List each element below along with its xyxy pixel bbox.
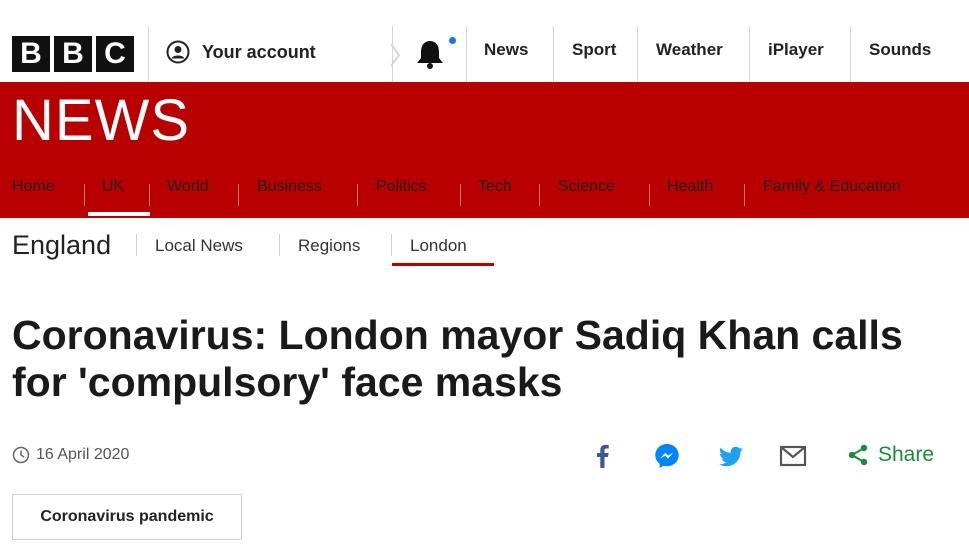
- share-button[interactable]: Share: [846, 443, 934, 467]
- divider: [466, 26, 467, 82]
- bbc-logo[interactable]: B B C: [12, 36, 134, 72]
- divider: [637, 26, 638, 82]
- account-link[interactable]: Your account: [166, 40, 316, 64]
- clock-icon: [12, 446, 30, 464]
- email-icon[interactable]: [778, 441, 808, 471]
- article-date: 16 April 2020: [12, 446, 129, 464]
- share-icon: [848, 444, 868, 466]
- subnav-local-news[interactable]: Local News: [155, 236, 243, 256]
- share-label: Share: [878, 443, 935, 466]
- topic-tag[interactable]: Coronavirus pandemic: [12, 494, 242, 540]
- divider: [460, 184, 461, 206]
- divider: [553, 26, 554, 82]
- article-headline: Coronavirus: London mayor Sadiq Khan cal…: [12, 312, 903, 405]
- divider: [84, 184, 85, 206]
- divider: [539, 184, 540, 206]
- selected-indicator: [88, 212, 150, 216]
- divider: [744, 184, 745, 206]
- topnav-sounds[interactable]: Sounds: [869, 40, 931, 60]
- chevron-right-icon: [390, 43, 401, 67]
- twitter-icon[interactable]: [716, 441, 746, 471]
- divider: [749, 26, 750, 82]
- divider: [649, 184, 650, 206]
- selected-indicator: [392, 263, 494, 266]
- divider: [279, 234, 280, 256]
- divider: [136, 234, 137, 256]
- subnav-regions[interactable]: Regions: [298, 236, 360, 256]
- topnav-sport[interactable]: Sport: [572, 40, 616, 60]
- divider: [238, 184, 239, 206]
- bbc-logo-letter: B: [54, 36, 92, 72]
- topnav-news[interactable]: News: [484, 40, 528, 60]
- facebook-icon[interactable]: [588, 441, 618, 471]
- nav-family-education[interactable]: Family & Education: [763, 178, 969, 218]
- messenger-icon[interactable]: [652, 441, 682, 471]
- subnav-london[interactable]: London: [410, 236, 467, 256]
- notification-dot: [449, 37, 456, 44]
- subnav-title[interactable]: England: [12, 230, 111, 261]
- bbc-logo-letter: B: [12, 36, 50, 72]
- bbc-logo-letter: C: [96, 36, 134, 72]
- divider: [149, 184, 150, 206]
- date-text: 16 April 2020: [36, 446, 130, 463]
- divider: [148, 26, 149, 82]
- divider: [391, 234, 392, 256]
- divider: [357, 184, 358, 206]
- bell-icon[interactable]: [412, 38, 448, 70]
- topnav-weather[interactable]: Weather: [656, 40, 723, 60]
- user-icon: [166, 40, 190, 64]
- topnav-iplayer[interactable]: iPlayer: [768, 40, 824, 60]
- account-label: Your account: [202, 41, 316, 62]
- news-wordmark[interactable]: NEWS: [12, 92, 190, 150]
- divider: [850, 26, 851, 82]
